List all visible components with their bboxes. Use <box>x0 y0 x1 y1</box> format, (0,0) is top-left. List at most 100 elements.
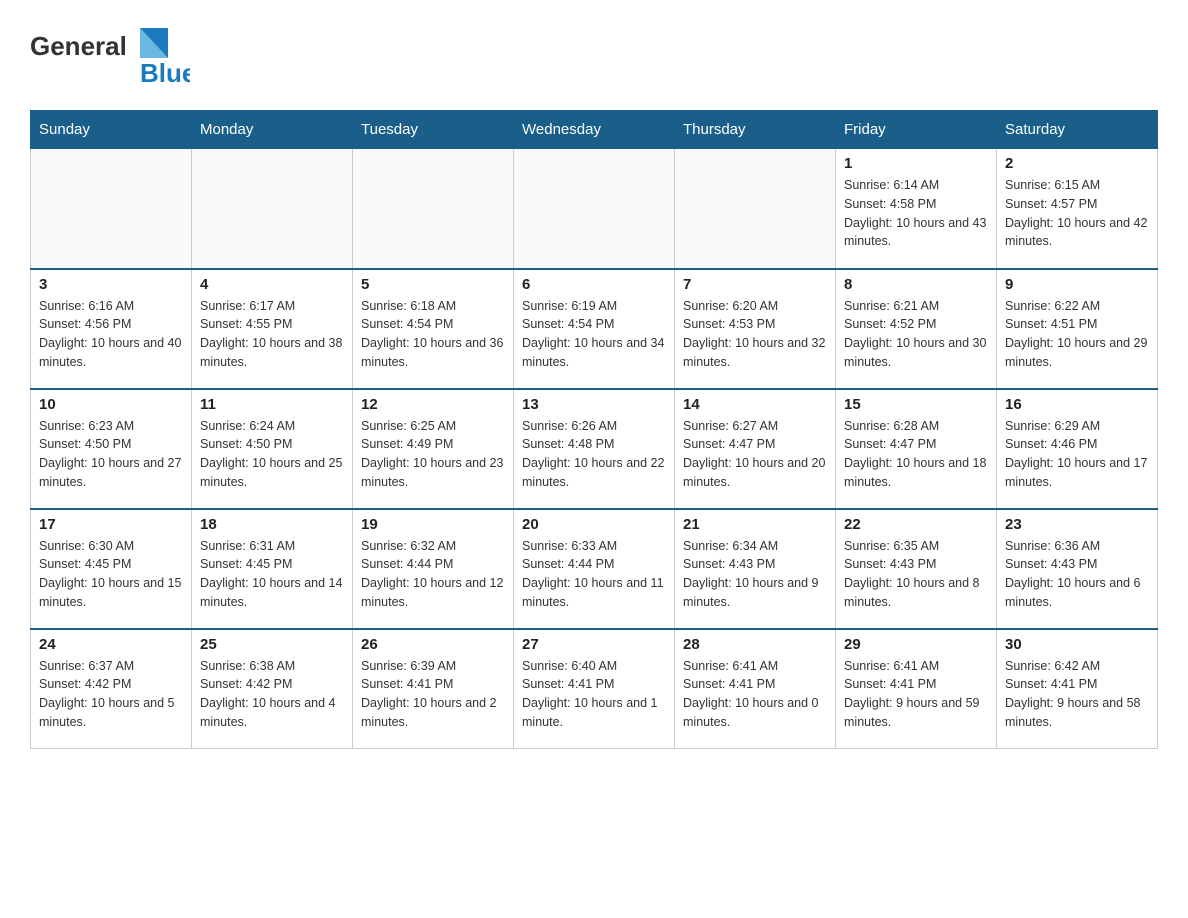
day-info: Sunrise: 6:17 AMSunset: 4:55 PMDaylight:… <box>200 297 344 372</box>
day-info: Sunrise: 6:22 AMSunset: 4:51 PMDaylight:… <box>1005 297 1149 372</box>
day-info: Sunrise: 6:38 AMSunset: 4:42 PMDaylight:… <box>200 657 344 732</box>
calendar-day-cell: 5 Sunrise: 6:18 AMSunset: 4:54 PMDaylight… <box>353 269 514 389</box>
calendar-table: SundayMondayTuesdayWednesdayThursdayFrid… <box>30 110 1158 749</box>
day-info: Sunrise: 6:26 AMSunset: 4:48 PMDaylight:… <box>522 417 666 492</box>
svg-text:General: General <box>30 31 127 61</box>
day-number: 10 <box>39 396 183 413</box>
day-info: Sunrise: 6:20 AMSunset: 4:53 PMDaylight:… <box>683 297 827 372</box>
day-info: Sunrise: 6:27 AMSunset: 4:47 PMDaylight:… <box>683 417 827 492</box>
calendar-day-cell: 9 Sunrise: 6:22 AMSunset: 4:51 PMDaylight… <box>997 269 1158 389</box>
day-info: Sunrise: 6:18 AMSunset: 4:54 PMDaylight:… <box>361 297 505 372</box>
day-number: 12 <box>361 396 505 413</box>
day-number: 15 <box>844 396 988 413</box>
calendar-day-cell: 17Sunrise: 6:30 AMSunset: 4:45 PMDayligh… <box>31 509 192 629</box>
day-info: Sunrise: 6:33 AMSunset: 4:44 PMDaylight:… <box>522 537 666 612</box>
day-number: 30 <box>1005 636 1149 653</box>
day-info: Sunrise: 6:41 AMSunset: 4:41 PMDaylight:… <box>683 657 827 732</box>
day-number: 17 <box>39 516 183 533</box>
day-info: Sunrise: 6:36 AMSunset: 4:43 PMDaylight:… <box>1005 537 1149 612</box>
logo: General Blue <box>30 20 190 90</box>
calendar-day-cell: 24Sunrise: 6:37 AMSunset: 4:42 PMDayligh… <box>31 629 192 749</box>
calendar-day-cell <box>675 149 836 269</box>
day-of-week-header: Thursday <box>675 111 836 149</box>
day-info: Sunrise: 6:19 AMSunset: 4:54 PMDaylight:… <box>522 297 666 372</box>
day-number: 25 <box>200 636 344 653</box>
day-number: 27 <box>522 636 666 653</box>
calendar-day-cell: 10 Sunrise: 6:23 AMSunset: 4:50 PMDayligh… <box>31 389 192 509</box>
day-number: 8 <box>844 276 988 293</box>
calendar-header-row: SundayMondayTuesdayWednesdayThursdayFrid… <box>31 111 1158 149</box>
day-number: 21 <box>683 516 827 533</box>
day-number: 1 <box>844 155 988 172</box>
calendar-week-row: 17Sunrise: 6:30 AMSunset: 4:45 PMDayligh… <box>31 509 1158 629</box>
day-number: 28 <box>683 636 827 653</box>
day-of-week-header: Wednesday <box>514 111 675 149</box>
calendar-week-row: 3Sunrise: 6:16 AMSunset: 4:56 PMDaylight… <box>31 269 1158 389</box>
calendar-day-cell: 6 Sunrise: 6:19 AMSunset: 4:54 PMDaylight… <box>514 269 675 389</box>
calendar-day-cell: 3Sunrise: 6:16 AMSunset: 4:56 PMDaylight… <box>31 269 192 389</box>
calendar-day-cell: 23 Sunrise: 6:36 AMSunset: 4:43 PMDayligh… <box>997 509 1158 629</box>
day-number: 13 <box>522 396 666 413</box>
calendar-day-cell <box>31 149 192 269</box>
calendar-day-cell: 18 Sunrise: 6:31 AMSunset: 4:45 PMDayligh… <box>192 509 353 629</box>
calendar-week-row: 24Sunrise: 6:37 AMSunset: 4:42 PMDayligh… <box>31 629 1158 749</box>
day-info: Sunrise: 6:21 AMSunset: 4:52 PMDaylight:… <box>844 297 988 372</box>
day-number: 4 <box>200 276 344 293</box>
page-header: General Blue <box>30 20 1158 90</box>
day-info: Sunrise: 6:39 AMSunset: 4:41 PMDaylight:… <box>361 657 505 732</box>
calendar-day-cell: 28 Sunrise: 6:41 AMSunset: 4:41 PMDayligh… <box>675 629 836 749</box>
calendar-week-row: 10 Sunrise: 6:23 AMSunset: 4:50 PMDayligh… <box>31 389 1158 509</box>
day-info: Sunrise: 6:15 AMSunset: 4:57 PMDaylight:… <box>1005 176 1149 251</box>
day-info: Sunrise: 6:35 AMSunset: 4:43 PMDaylight:… <box>844 537 988 612</box>
day-info: Sunrise: 6:23 AMSunset: 4:50 PMDaylight:… <box>39 417 183 492</box>
day-info: Sunrise: 6:14 AMSunset: 4:58 PMDaylight:… <box>844 176 988 251</box>
day-number: 16 <box>1005 396 1149 413</box>
day-number: 18 <box>200 516 344 533</box>
day-info: Sunrise: 6:29 AMSunset: 4:46 PMDaylight:… <box>1005 417 1149 492</box>
calendar-day-cell: 2 Sunrise: 6:15 AMSunset: 4:57 PMDaylight… <box>997 149 1158 269</box>
calendar-day-cell <box>353 149 514 269</box>
svg-text:Blue: Blue <box>140 58 190 88</box>
calendar-day-cell: 7Sunrise: 6:20 AMSunset: 4:53 PMDaylight… <box>675 269 836 389</box>
calendar-day-cell: 30 Sunrise: 6:42 AMSunset: 4:41 PMDayligh… <box>997 629 1158 749</box>
logo-svg: General Blue <box>30 20 190 90</box>
day-info: Sunrise: 6:32 AMSunset: 4:44 PMDaylight:… <box>361 537 505 612</box>
day-number: 29 <box>844 636 988 653</box>
day-info: Sunrise: 6:34 AMSunset: 4:43 PMDaylight:… <box>683 537 827 612</box>
day-info: Sunrise: 6:41 AMSunset: 4:41 PMDaylight:… <box>844 657 988 732</box>
day-number: 5 <box>361 276 505 293</box>
calendar-week-row: 1 Sunrise: 6:14 AMSunset: 4:58 PMDaylight… <box>31 149 1158 269</box>
calendar-day-cell: 26 Sunrise: 6:39 AMSunset: 4:41 PMDayligh… <box>353 629 514 749</box>
day-of-week-header: Monday <box>192 111 353 149</box>
calendar-day-cell: 14 Sunrise: 6:27 AMSunset: 4:47 PMDayligh… <box>675 389 836 509</box>
day-number: 22 <box>844 516 988 533</box>
calendar-day-cell <box>514 149 675 269</box>
calendar-day-cell: 1 Sunrise: 6:14 AMSunset: 4:58 PMDaylight… <box>836 149 997 269</box>
calendar-day-cell: 8 Sunrise: 6:21 AMSunset: 4:52 PMDaylight… <box>836 269 997 389</box>
day-number: 20 <box>522 516 666 533</box>
calendar-day-cell: 22 Sunrise: 6:35 AMSunset: 4:43 PMDayligh… <box>836 509 997 629</box>
calendar-day-cell: 29 Sunrise: 6:41 AMSunset: 4:41 PMDayligh… <box>836 629 997 749</box>
day-number: 26 <box>361 636 505 653</box>
day-of-week-header: Sunday <box>31 111 192 149</box>
calendar-day-cell <box>192 149 353 269</box>
day-info: Sunrise: 6:31 AMSunset: 4:45 PMDaylight:… <box>200 537 344 612</box>
day-number: 3 <box>39 276 183 293</box>
day-of-week-header: Friday <box>836 111 997 149</box>
day-info: Sunrise: 6:28 AMSunset: 4:47 PMDaylight:… <box>844 417 988 492</box>
calendar-day-cell: 19Sunrise: 6:32 AMSunset: 4:44 PMDayligh… <box>353 509 514 629</box>
day-number: 9 <box>1005 276 1149 293</box>
day-number: 2 <box>1005 155 1149 172</box>
day-number: 14 <box>683 396 827 413</box>
calendar-day-cell: 20 Sunrise: 6:33 AMSunset: 4:44 PMDayligh… <box>514 509 675 629</box>
day-number: 24 <box>39 636 183 653</box>
day-number: 23 <box>1005 516 1149 533</box>
day-number: 6 <box>522 276 666 293</box>
calendar-day-cell: 27 Sunrise: 6:40 AMSunset: 4:41 PMDayligh… <box>514 629 675 749</box>
calendar-day-cell: 11Sunrise: 6:24 AMSunset: 4:50 PMDayligh… <box>192 389 353 509</box>
day-info: Sunrise: 6:25 AMSunset: 4:49 PMDaylight:… <box>361 417 505 492</box>
day-info: Sunrise: 6:40 AMSunset: 4:41 PMDaylight:… <box>522 657 666 732</box>
day-info: Sunrise: 6:42 AMSunset: 4:41 PMDaylight:… <box>1005 657 1149 732</box>
day-of-week-header: Tuesday <box>353 111 514 149</box>
calendar-day-cell: 12 Sunrise: 6:25 AMSunset: 4:49 PMDayligh… <box>353 389 514 509</box>
